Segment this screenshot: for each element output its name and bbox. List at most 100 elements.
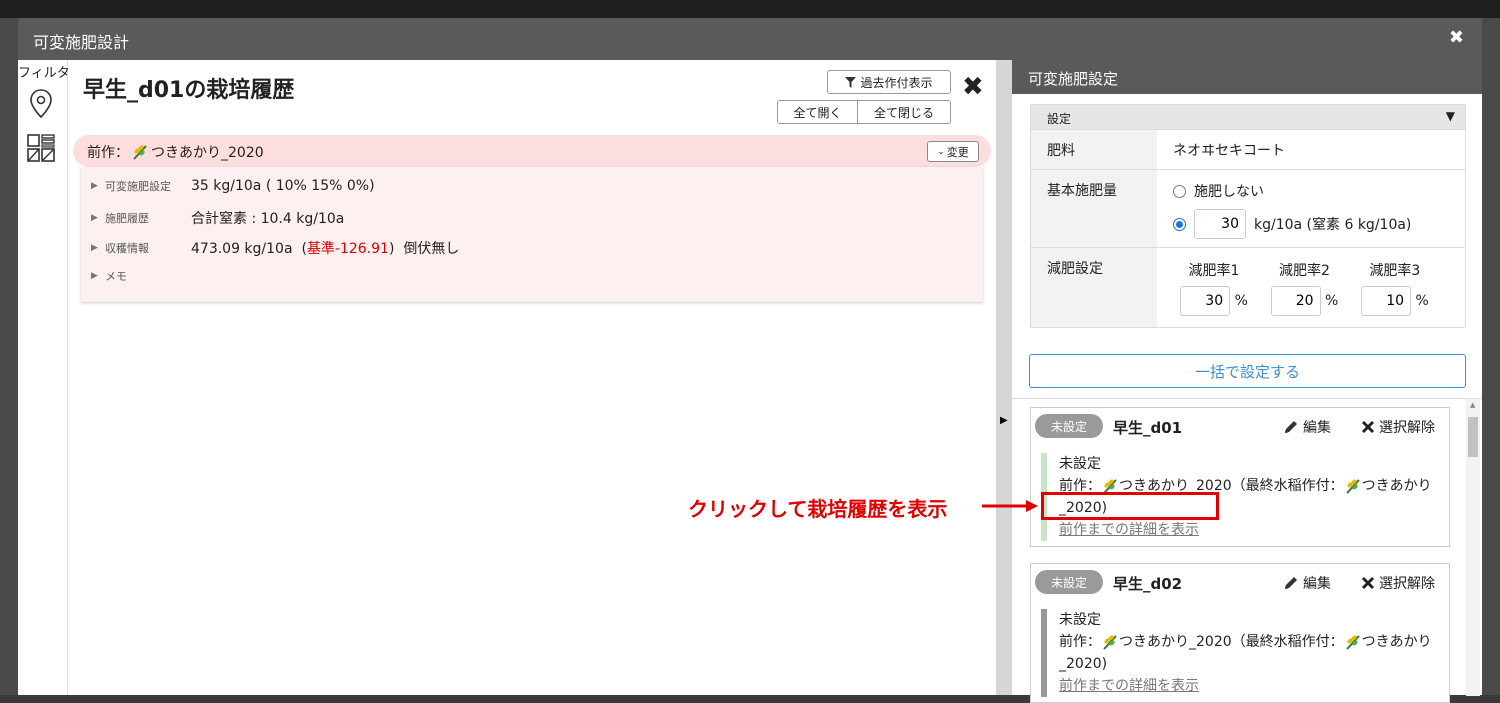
scroll-up-arrow-icon[interactable]: ▲ <box>1470 401 1475 409</box>
rice-plant-icon <box>133 145 147 160</box>
fertilizer-key: 肥料 <box>1031 130 1157 169</box>
field-card[interactable]: 未設定 早生_d01 編集 選択解除 未設定 前作： つきあかり_2020（最終… <box>1030 407 1450 547</box>
detail-row-harvest-info[interactable]: ▶ 収穫情報 473.09 kg/10a (基準-126.91) 倒伏無し <box>91 238 459 258</box>
history-details: ▶ 可変施肥設定 35 kg/10a ( 10% 15% 0%) ▶ 施肥履歴 … <box>81 167 983 302</box>
expand-triangle-icon: ▶ <box>91 243 98 253</box>
reduction-rate-2-input[interactable] <box>1270 286 1321 316</box>
base-amount-radio[interactable] <box>1173 217 1186 231</box>
reduction-rate-1: 減肥率1 % <box>1171 260 1257 316</box>
expand-all-button[interactable]: 全て開く <box>777 100 858 124</box>
base-amount-key: 基本施肥量 <box>1031 170 1157 247</box>
no-fertilization-option[interactable]: 施肥しない <box>1173 178 1449 204</box>
previous-crop-label: 前作： つきあかり_2020 <box>87 142 264 162</box>
x-icon <box>1361 420 1375 434</box>
detail-row-memo[interactable]: ▶ メモ <box>91 268 191 284</box>
deselect-label: 選択解除 <box>1379 420 1435 436</box>
collapse-all-button[interactable]: 全て閉じる <box>857 100 951 124</box>
filter-tab[interactable]: フィルタ <box>18 62 68 81</box>
harvest-amount: 473.09 kg/10a ( <box>191 241 307 257</box>
change-previous-crop-button[interactable]: ⌄ 変更 <box>927 141 979 162</box>
reduction-rate-label: 減肥率3 <box>1369 263 1421 279</box>
previous-crop-row[interactable]: 前作： つきあかり_2020 ⌄ 変更 <box>73 135 991 167</box>
backdrop-right <box>1482 18 1500 695</box>
edit-label: 編集 <box>1303 420 1331 436</box>
deselect-button[interactable]: 選択解除 <box>1361 573 1435 593</box>
settings-header: 可変施肥設定 <box>1012 60 1482 94</box>
base-amount-unit: kg/10a (窒素 6 kg/10a) <box>1254 217 1412 233</box>
edit-button[interactable]: 編集 <box>1283 417 1331 437</box>
rice-plant-icon <box>1103 635 1117 650</box>
reduction-key: 減肥設定 <box>1031 248 1157 327</box>
layout-grid-icon[interactable] <box>27 134 55 162</box>
x-icon <box>1361 576 1375 590</box>
bulk-apply-button[interactable]: 一括で設定する <box>1029 354 1466 388</box>
card-status: 未設定 <box>1059 612 1101 628</box>
detail-key: メモ <box>105 270 127 283</box>
annotation-highlight-box <box>1041 492 1219 520</box>
panel-splitter[interactable]: ▶ <box>996 60 1012 695</box>
modal-close-icon[interactable]: ✖ <box>1449 27 1464 48</box>
show-details-link[interactable]: 前作までの詳細を表示 <box>1059 522 1199 538</box>
pencil-icon <box>1285 421 1297 433</box>
fertilizer-row: 肥料 ネオヰセキコート <box>1031 129 1465 169</box>
detail-row-variable-setting[interactable]: ▶ 可変施肥設定 35 kg/10a ( 10% 15% 0%) <box>91 178 375 194</box>
no-fertilization-label: 施肥しない <box>1194 184 1264 200</box>
settings-label: 設定 <box>1047 112 1072 126</box>
show-past-crops-label: 過去作付表示 <box>860 75 933 90</box>
percent-unit: % <box>1415 293 1429 309</box>
map-pin-icon[interactable] <box>28 88 54 120</box>
filter-icon <box>845 76 857 88</box>
expand-triangle-icon: ▶ <box>91 271 98 281</box>
status-badge: 未設定 <box>1035 414 1103 438</box>
settings-table: 設定 ▼ 肥料 ネオヰセキコート 基本施肥量 施肥しない kg/10a <box>1030 104 1466 328</box>
detail-value: 合計窒素 : 10.4 kg/10a <box>191 211 345 227</box>
collapse-arrow-icon[interactable]: ▶ <box>1000 415 1008 426</box>
rice-plant-icon <box>1345 479 1360 494</box>
reduction-rate-label: 減肥率2 <box>1278 263 1330 279</box>
caret-down-icon[interactable]: ▼ <box>1446 109 1455 123</box>
detail-key: 収穫情報 <box>105 242 149 255</box>
base-amount-option[interactable]: kg/10a (窒素 6 kg/10a) <box>1173 208 1449 240</box>
previous-crop-prefix: 前作： <box>87 145 129 161</box>
prev-crop: つきあかり_2020（最終水稲作付： <box>1119 634 1344 650</box>
reduction-rate-3: 減肥率3 % <box>1352 260 1438 316</box>
variable-fertilization-modal: 可変施肥設計 ✖ フィルタ 早生_d01の栽培履歴 過去作付表示 全て開く 全て… <box>18 18 1482 703</box>
harvest-diff: 基準-126.91 <box>306 241 389 257</box>
card-status: 未設定 <box>1059 456 1101 472</box>
list-scrollbar[interactable]: ▲ <box>1466 399 1480 696</box>
backdrop-left <box>0 18 18 695</box>
status-badge: 未設定 <box>1035 570 1103 594</box>
show-past-crops-button[interactable]: 過去作付表示 <box>827 70 951 94</box>
deselect-label: 選択解除 <box>1379 576 1435 592</box>
reduction-rate-1-input[interactable] <box>1180 286 1231 316</box>
cultivation-history-panel: 早生_d01の栽培履歴 過去作付表示 全て開く 全て閉じる ✖ 前作： つきあか… <box>69 60 996 695</box>
scroll-thumb[interactable] <box>1468 417 1478 457</box>
no-fertilization-radio[interactable] <box>1173 184 1186 198</box>
reduction-rate-2: 減肥率2 % <box>1261 260 1347 316</box>
variable-fertilization-settings-panel: 可変施肥設定 設定 ▼ 肥料 ネオヰセキコート 基本施肥量 施肥しない 30 k… <box>1012 60 1482 703</box>
base-amount-row: 基本施肥量 施肥しない kg/10a (窒素 6 kg/10a) <box>1031 169 1465 247</box>
detail-row-fertilization-history[interactable]: ▶ 施肥履歴 合計窒素 : 10.4 kg/10a <box>91 208 344 228</box>
close-history-icon[interactable]: ✖ <box>962 72 984 102</box>
detail-value: 35 kg/10a ( 10% 15% 0%) <box>191 178 375 194</box>
detail-key: 可変施肥設定 <box>105 180 171 193</box>
card-body: 未設定 前作： つきあかり_2020（最終水稲作付： つきあかり_2020) 前… <box>1041 609 1437 697</box>
expand-triangle-icon: ▶ <box>91 213 98 223</box>
expand-triangle-icon: ▶ <box>91 181 98 191</box>
percent-unit: % <box>1234 293 1248 309</box>
card-previous-crop: 前作： つきあかり_2020（最終水稲作付： つきあかり_2020) <box>1059 631 1437 675</box>
harvest-lodging: ) 倒伏無し <box>388 241 460 257</box>
change-label: 変更 <box>946 145 969 159</box>
reduction-rate-3-input[interactable] <box>1361 286 1412 316</box>
show-details-link[interactable]: 前作までの詳細を表示 <box>1059 678 1199 694</box>
settings-accordion-header[interactable]: 設定 ▼ <box>1031 105 1465 129</box>
tutorial-annotation: クリックして栽培履歴を表示 <box>688 497 948 521</box>
field-card[interactable]: 未設定 早生_d02 編集 選択解除 未設定 前作： つきあかり_2020（最終… <box>1030 563 1450 703</box>
edit-button[interactable]: 編集 <box>1283 573 1331 593</box>
app-topbar <box>0 0 1500 18</box>
fertilizer-value: ネオヰセキコート <box>1173 143 1285 159</box>
deselect-button[interactable]: 選択解除 <box>1361 417 1435 437</box>
field-name: 早生_d01 <box>1113 419 1183 437</box>
sidebar: フィルタ <box>18 60 68 695</box>
base-amount-input[interactable] <box>1194 209 1246 239</box>
